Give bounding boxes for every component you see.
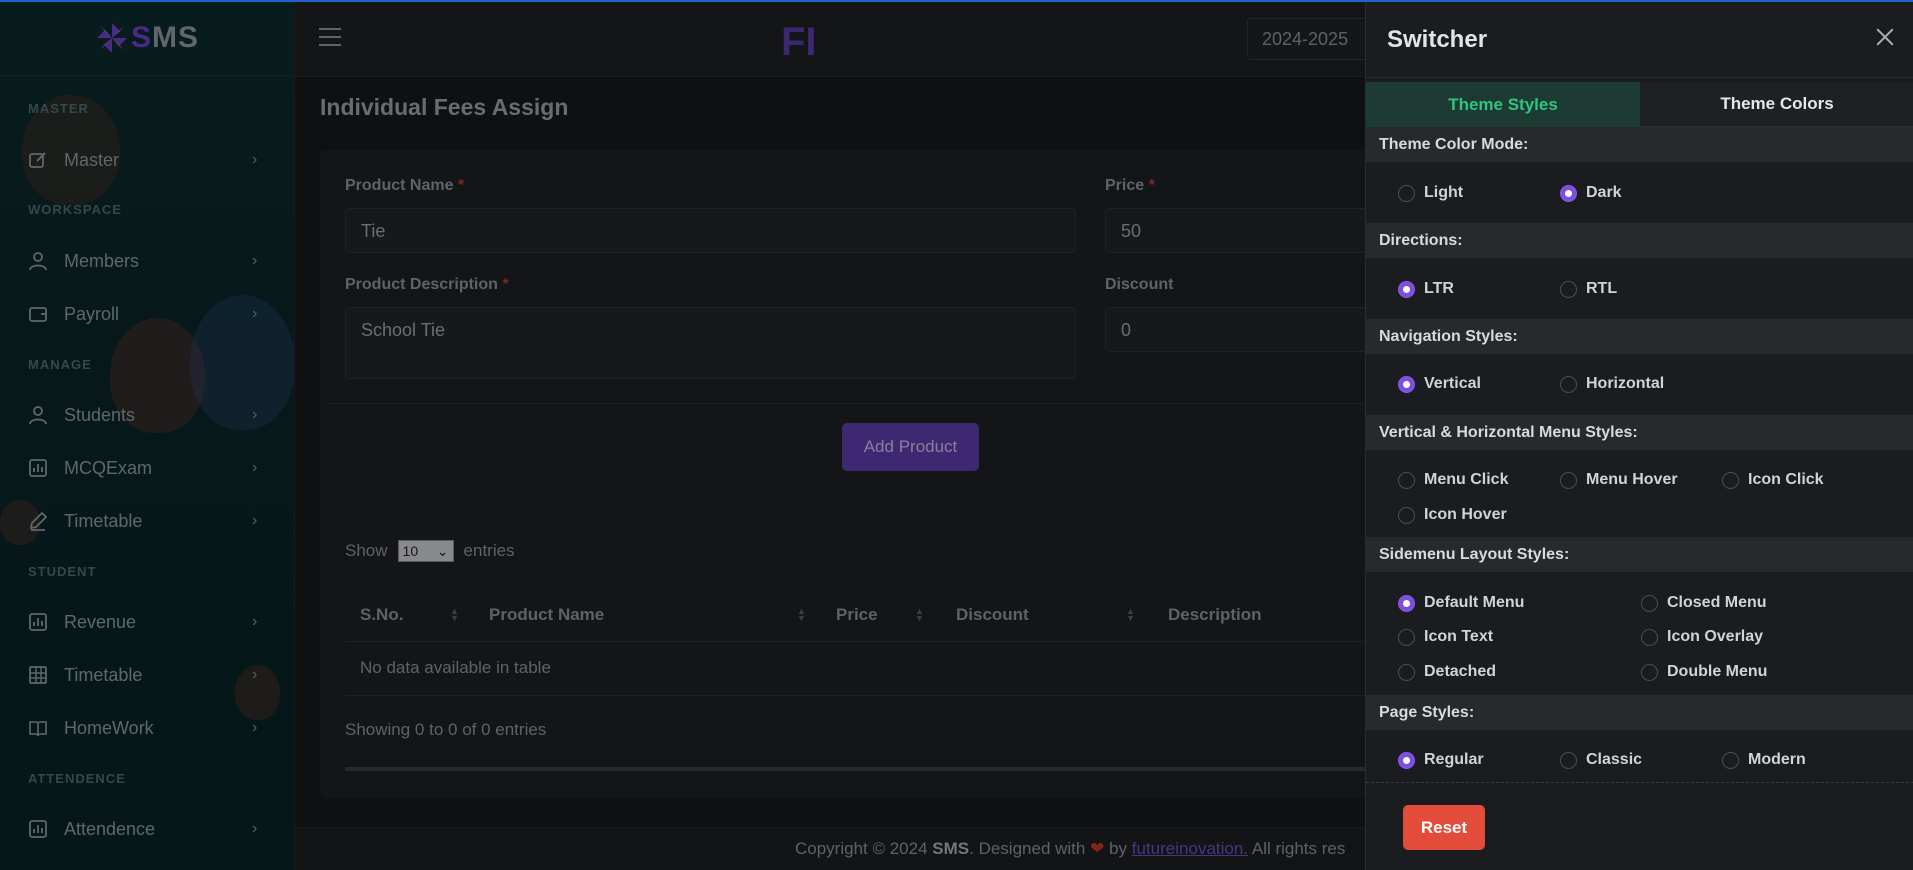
theme-switcher-panel: Switcher Theme Styles Theme Colors Theme… bbox=[1365, 0, 1913, 870]
radio-menu-click[interactable]: Menu Click bbox=[1398, 471, 1508, 489]
radio-closed-menu[interactable]: Closed Menu bbox=[1641, 594, 1767, 612]
tab-theme-styles[interactable]: Theme Styles bbox=[1366, 82, 1640, 127]
switcher-header: Switcher bbox=[1366, 0, 1913, 78]
tab-theme-colors[interactable]: Theme Colors bbox=[1640, 82, 1913, 127]
switcher-title: Switcher bbox=[1387, 26, 1488, 53]
section-title: Page Styles: bbox=[1366, 695, 1913, 730]
radio-icon-overlay[interactable]: Icon Overlay bbox=[1641, 628, 1763, 646]
radio-vertical[interactable]: Vertical bbox=[1398, 375, 1481, 393]
section-title: Theme Color Mode: bbox=[1366, 127, 1913, 162]
radio-double-menu[interactable]: Double Menu bbox=[1641, 663, 1767, 681]
close-icon[interactable] bbox=[1874, 26, 1896, 48]
radio-ltr[interactable]: LTR bbox=[1398, 280, 1454, 298]
radio-rtl[interactable]: RTL bbox=[1560, 280, 1617, 298]
radio-icon-text[interactable]: Icon Text bbox=[1398, 628, 1493, 646]
reset-button[interactable]: Reset bbox=[1403, 805, 1485, 850]
radio-default-menu[interactable]: Default Menu bbox=[1398, 594, 1524, 612]
radio-horizontal[interactable]: Horizontal bbox=[1560, 375, 1664, 393]
radio-modern[interactable]: Modern bbox=[1722, 751, 1806, 769]
radio-dark[interactable]: Dark bbox=[1560, 184, 1622, 202]
radio-icon-hover[interactable]: Icon Hover bbox=[1398, 506, 1507, 524]
switcher-divider bbox=[1366, 782, 1913, 783]
radio-menu-hover[interactable]: Menu Hover bbox=[1560, 471, 1678, 489]
section-title: Sidemenu Layout Styles: bbox=[1366, 537, 1913, 572]
radio-light[interactable]: Light bbox=[1398, 184, 1463, 202]
top-accent-line bbox=[0, 0, 1913, 2]
modal-backdrop[interactable] bbox=[0, 0, 1365, 870]
radio-detached[interactable]: Detached bbox=[1398, 663, 1496, 681]
section-title: Directions: bbox=[1366, 223, 1913, 258]
switcher-tabs: Theme Styles Theme Colors bbox=[1366, 82, 1913, 127]
radio-classic[interactable]: Classic bbox=[1560, 751, 1642, 769]
section-title: Navigation Styles: bbox=[1366, 319, 1913, 354]
section-title: Vertical & Horizontal Menu Styles: bbox=[1366, 415, 1913, 450]
radio-regular[interactable]: Regular bbox=[1398, 751, 1484, 769]
radio-icon-click[interactable]: Icon Click bbox=[1722, 471, 1824, 489]
